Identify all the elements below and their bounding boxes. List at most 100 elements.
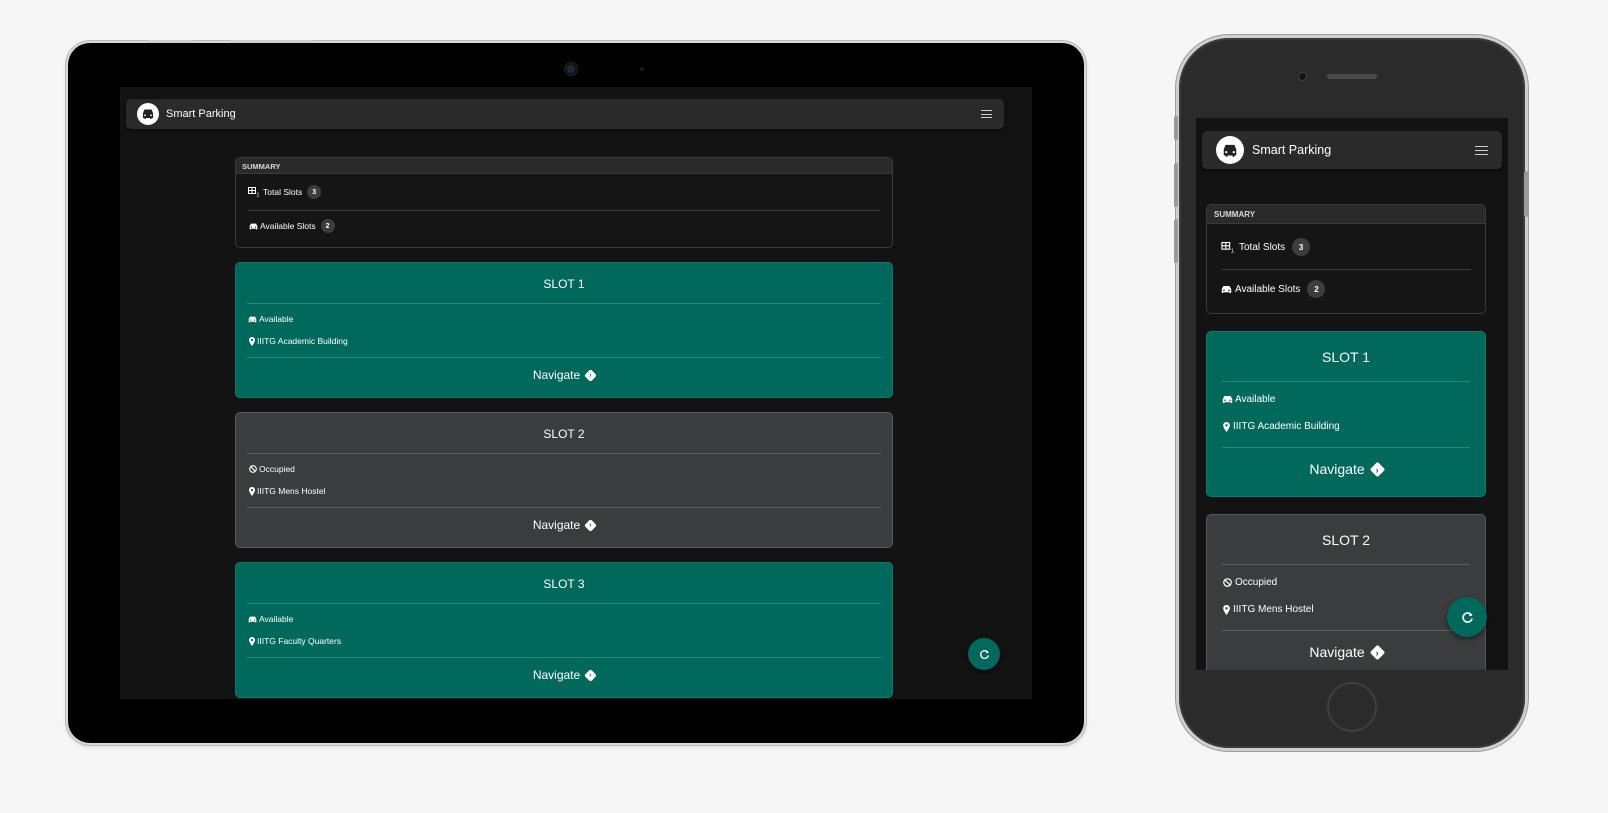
brand-logo[interactable] bbox=[137, 103, 159, 125]
slot-location-text: IIITG Mens Hostel bbox=[257, 486, 326, 496]
phone-button bbox=[1174, 219, 1178, 263]
slot-location-text: IIITG Academic Building bbox=[1233, 421, 1340, 432]
slot-card-1[interactable]: SLOT 1 Available IIITG Academic Building… bbox=[1206, 331, 1486, 497]
refresh-button[interactable] bbox=[1447, 597, 1487, 637]
divider bbox=[1222, 564, 1470, 565]
navigate-button[interactable]: Navigate › bbox=[236, 518, 892, 532]
refresh-icon bbox=[1461, 611, 1473, 623]
car-icon bbox=[1223, 144, 1237, 157]
phone-screen: Smart Parking SUMMARY 1↓ Total Slots 3 A… bbox=[1196, 118, 1508, 670]
navigate-button[interactable]: Navigate › bbox=[1207, 461, 1485, 477]
directions-icon: › bbox=[1369, 644, 1385, 660]
divider bbox=[248, 210, 880, 211]
refresh-icon bbox=[979, 649, 989, 659]
summary-heading: SUMMARY bbox=[236, 158, 892, 174]
divider bbox=[247, 507, 881, 508]
slot-location: IIITG Academic Building bbox=[248, 336, 348, 346]
total-slots-label: Total Slots bbox=[263, 187, 303, 197]
slot-card-2[interactable]: SLOT 2 Occupied IIITG Mens Hostel Naviga… bbox=[1206, 514, 1486, 670]
directions-icon: › bbox=[584, 518, 598, 532]
summary-heading: SUMMARY bbox=[1207, 205, 1485, 224]
divider bbox=[247, 603, 881, 604]
summary-card: SUMMARY 1↓ Total Slots 3 Available Slots… bbox=[1206, 204, 1486, 314]
navbar: Smart Parking bbox=[1202, 131, 1502, 169]
slot-status: Available bbox=[247, 614, 293, 624]
divider bbox=[247, 303, 881, 304]
slot-location: IIITG Mens Hostel bbox=[248, 486, 326, 496]
total-slots-row: 1↓ Total Slots 3 bbox=[1221, 238, 1311, 256]
car-icon bbox=[143, 109, 153, 119]
ban-icon bbox=[1222, 578, 1233, 587]
directions-icon: › bbox=[584, 668, 598, 682]
brand-logo[interactable] bbox=[1216, 136, 1244, 164]
car-icon bbox=[247, 616, 257, 623]
total-slots-row: 1↓ Total Slots 3 bbox=[248, 185, 322, 199]
navigate-label: Navigate bbox=[532, 368, 581, 382]
tablet-screen: Smart Parking SUMMARY 1↓ Total Slots 3 A… bbox=[120, 87, 1032, 699]
summary-card: SUMMARY 1↓ Total Slots 3 Available Slots… bbox=[235, 157, 893, 248]
table-sort-icon: 1↓ bbox=[248, 187, 260, 197]
slot-card-3[interactable]: SLOT 3 Available IIITG Faculty Quarters … bbox=[235, 562, 893, 698]
slot-status: Available bbox=[247, 314, 293, 324]
slot-card-1[interactable]: SLOT 1 Available IIITG Academic Building… bbox=[235, 262, 893, 398]
slot-location: IIITG Mens Hostel bbox=[1222, 604, 1314, 615]
phone-button bbox=[1524, 171, 1528, 217]
navigate-label: Navigate bbox=[1309, 461, 1365, 477]
divider bbox=[247, 357, 881, 358]
phone-camera bbox=[1299, 73, 1306, 80]
slot-title: SLOT 1 bbox=[543, 277, 585, 291]
slot-status-text: Occupied bbox=[259, 464, 295, 474]
divider bbox=[1222, 447, 1470, 448]
navigate-button[interactable]: Navigate › bbox=[236, 668, 892, 682]
car-icon bbox=[247, 316, 257, 323]
navigate-button[interactable]: Navigate › bbox=[236, 368, 892, 382]
menu-toggle-icon[interactable] bbox=[1475, 145, 1488, 155]
total-slots-badge: 3 bbox=[1292, 238, 1311, 256]
svg-text:1↓: 1↓ bbox=[1231, 248, 1235, 253]
menu-toggle-icon[interactable] bbox=[981, 110, 992, 118]
slot-location-text: IIITG Mens Hostel bbox=[1233, 604, 1314, 615]
slot-title: SLOT 3 bbox=[543, 577, 585, 591]
slot-title: SLOT 1 bbox=[1322, 349, 1370, 365]
navbar: Smart Parking bbox=[126, 99, 1004, 129]
available-slots-badge: 2 bbox=[320, 219, 335, 233]
total-slots-label: Total Slots bbox=[1239, 241, 1286, 253]
divider bbox=[247, 453, 881, 454]
available-slots-label: Available Slots bbox=[1235, 283, 1301, 295]
divider bbox=[1222, 381, 1470, 382]
brand-name[interactable]: Smart Parking bbox=[166, 108, 236, 120]
directions-icon: › bbox=[584, 368, 598, 382]
tablet-button bbox=[148, 40, 193, 43]
car-icon bbox=[248, 222, 258, 230]
navigate-button[interactable]: Navigate › bbox=[1207, 644, 1485, 660]
map-marker-icon bbox=[248, 486, 255, 496]
phone-home-button[interactable] bbox=[1327, 682, 1377, 732]
map-marker-icon bbox=[1222, 421, 1231, 432]
phone-speaker bbox=[1327, 74, 1377, 79]
navigate-label: Navigate bbox=[532, 518, 581, 532]
slot-title: SLOT 2 bbox=[543, 427, 585, 441]
brand-name[interactable]: Smart Parking bbox=[1252, 143, 1331, 157]
ban-icon bbox=[248, 465, 257, 473]
slot-status: Occupied bbox=[248, 464, 295, 474]
slot-location-text: IIITG Academic Building bbox=[257, 336, 348, 346]
phone-device-frame: Smart Parking SUMMARY 1↓ Total Slots 3 A… bbox=[1174, 38, 1528, 748]
map-marker-icon bbox=[248, 336, 255, 346]
directions-icon: › bbox=[1369, 461, 1385, 477]
car-icon bbox=[1221, 395, 1233, 404]
slot-title: SLOT 2 bbox=[1322, 532, 1370, 548]
slot-location-text: IIITG Faculty Quarters bbox=[257, 636, 342, 646]
svg-text:1↓: 1↓ bbox=[257, 193, 261, 198]
slot-location: IIITG Academic Building bbox=[1222, 421, 1340, 432]
available-slots-badge: 2 bbox=[1307, 280, 1326, 298]
slot-status-text: Available bbox=[259, 614, 294, 624]
total-slots-badge: 3 bbox=[307, 185, 322, 199]
divider bbox=[1221, 269, 1471, 270]
table-sort-icon: 1↓ bbox=[1221, 241, 1235, 253]
refresh-button[interactable] bbox=[968, 638, 1000, 670]
phone-button bbox=[1174, 116, 1178, 140]
tablet-device-frame: Smart Parking SUMMARY 1↓ Total Slots 3 A… bbox=[68, 40, 1084, 743]
slot-card-2[interactable]: SLOT 2 Occupied IIITG Mens Hostel Naviga… bbox=[235, 412, 893, 548]
tablet-sensor bbox=[640, 67, 644, 71]
divider bbox=[247, 657, 881, 658]
